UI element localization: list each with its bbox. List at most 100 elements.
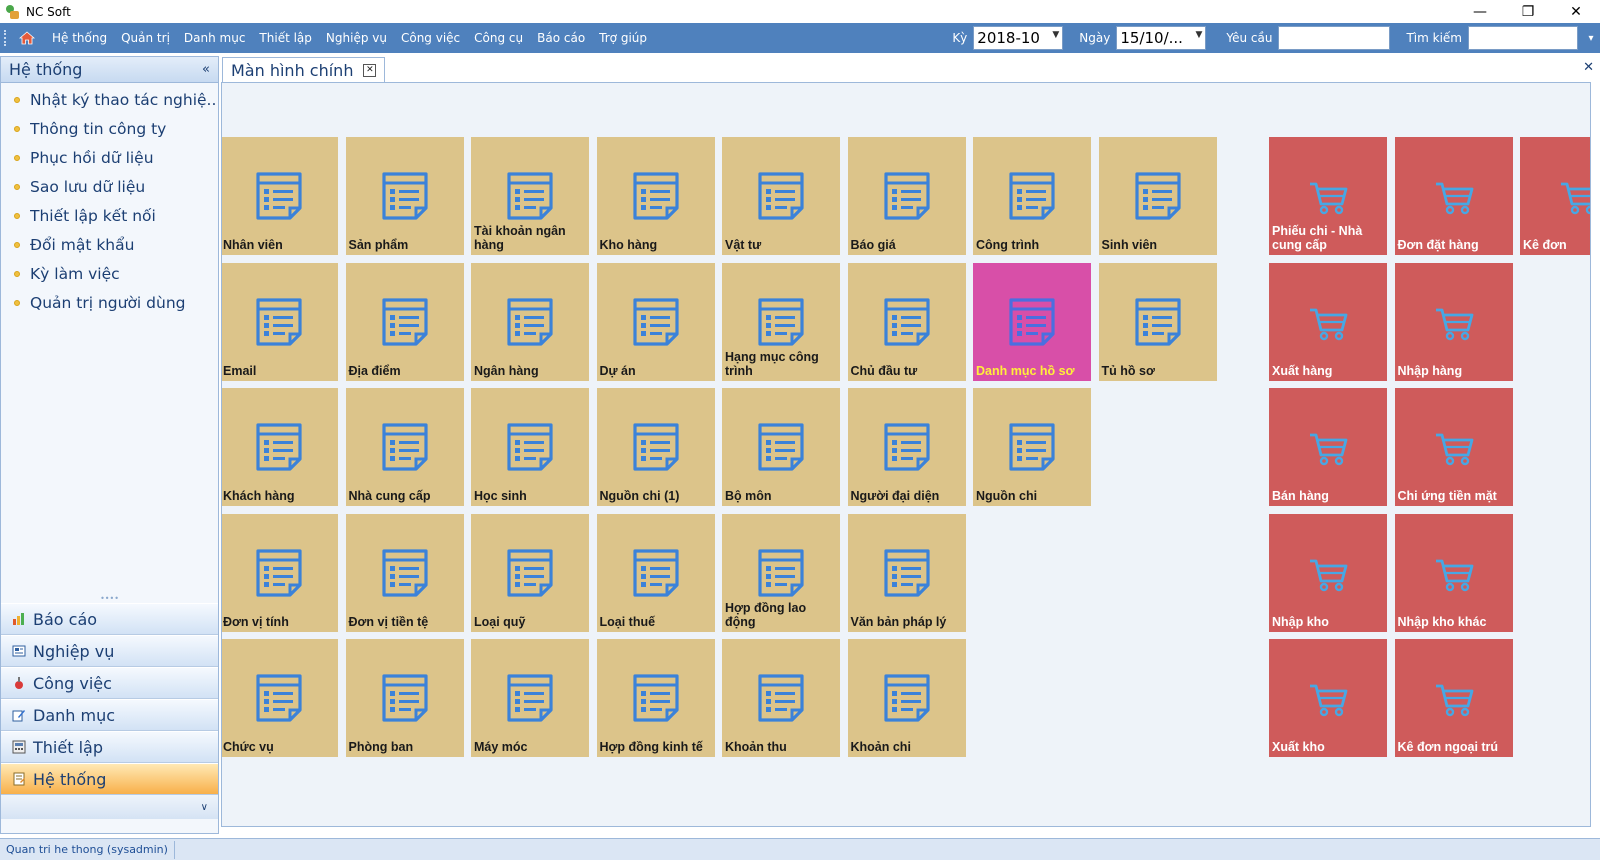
order-tile[interactable]: Kê đơn ngoại trú xyxy=(1394,639,1513,757)
document-list-icon xyxy=(256,297,302,346)
menu-thiet-lap[interactable]: Thiết lập xyxy=(259,31,311,45)
catalog-tile[interactable]: Sản phẩm xyxy=(345,137,464,255)
order-tile[interactable]: Đơn đặt hàng xyxy=(1394,137,1513,255)
nav-group[interactable]: Danh mục xyxy=(1,699,218,731)
chevron-down-icon[interactable]: ▼ xyxy=(1195,30,1202,40)
close-icon[interactable]: ✕ xyxy=(363,64,377,77)
catalog-tile[interactable]: Tài khoản ngân hàng xyxy=(471,137,589,255)
tab-man-hinh-chinh[interactable]: Màn hình chính ✕ xyxy=(222,57,386,83)
catalog-tile[interactable]: Đơn vị tiền tệ xyxy=(345,513,464,632)
catalog-tile[interactable]: Email xyxy=(222,262,338,381)
ky-select[interactable]: 2018-10 ▼ xyxy=(973,26,1064,50)
catalog-tile[interactable]: Nhà cung cấp xyxy=(345,388,464,506)
tile-label: Chức vụ xyxy=(223,740,274,754)
catalog-tile[interactable]: Hạng mục công trình xyxy=(722,262,840,381)
menu-bao-cao[interactable]: Báo cáo xyxy=(537,31,585,45)
catalog-tile[interactable]: Danh mục hồ sơ xyxy=(973,262,1091,381)
nav-group[interactable]: Nghiệp vụ xyxy=(1,635,218,667)
nav-groups-footer[interactable]: ∨ xyxy=(1,795,218,819)
catalog-tile[interactable]: Loại thuế xyxy=(596,513,715,632)
nav-item[interactable]: Nhật ký thao tác nghiệ... xyxy=(1,85,218,114)
yeu-cau-input[interactable] xyxy=(1278,26,1391,50)
catalog-tile[interactable]: Loại quỹ xyxy=(471,513,589,632)
nav-item[interactable]: Kỳ làm việc xyxy=(1,259,218,288)
nav-group-label: Nghiệp vụ xyxy=(33,641,115,661)
cart-icon xyxy=(1435,559,1473,591)
catalog-tile[interactable]: Báo giá xyxy=(847,137,966,255)
document-list-icon xyxy=(507,423,553,471)
nav-item[interactable]: Đổi mật khẩu xyxy=(1,230,218,259)
catalog-tile[interactable]: Phòng ban xyxy=(345,639,464,757)
order-tile[interactable]: Bán hàng xyxy=(1269,388,1387,506)
order-tile[interactable]: Phiếu chi - Nhà cung cấp xyxy=(1269,137,1387,255)
nav-group-label: Báo cáo xyxy=(33,609,98,629)
nav-item[interactable]: Thông tin công ty xyxy=(1,114,218,143)
menu-tro-giup[interactable]: Trợ giúp xyxy=(599,31,647,45)
menu-he-thong[interactable]: Hệ thống xyxy=(52,31,107,45)
chevron-down-icon[interactable]: ▼ xyxy=(1052,30,1059,40)
catalog-tile[interactable]: Vật tư xyxy=(722,137,840,255)
catalog-tile[interactable]: Khách hàng xyxy=(222,388,338,506)
home-icon[interactable] xyxy=(16,28,38,48)
nav-item-label: Thiết lập kết nối xyxy=(30,206,156,225)
overflow-chevron-icon[interactable]: ▾ xyxy=(1582,33,1600,44)
order-tile[interactable]: Nhập kho khác xyxy=(1394,513,1513,632)
catalog-tile[interactable]: Kho hàng xyxy=(596,137,715,255)
catalog-tile[interactable]: Văn bản pháp lý xyxy=(847,513,966,632)
order-tile[interactable]: Nhập kho xyxy=(1269,513,1387,632)
catalog-tile[interactable]: Người đại diện xyxy=(847,388,966,506)
tile-label: Phiếu chi - Nhà cung cấp xyxy=(1272,224,1363,252)
catalog-tile[interactable]: Chủ đầu tư xyxy=(847,262,966,381)
catalog-tile[interactable]: Khoản thu xyxy=(722,639,840,757)
catalog-tile[interactable]: Nhân viên xyxy=(222,137,338,255)
nav-group[interactable]: Thiết lập xyxy=(1,731,218,763)
catalog-tile[interactable]: Địa điểm xyxy=(345,262,464,381)
ngay-select[interactable]: 15/10/... ▼ xyxy=(1116,26,1207,50)
catalog-tile[interactable]: Ngân hàng xyxy=(471,262,589,381)
catalog-tile[interactable]: Chức vụ xyxy=(222,639,338,757)
catalog-tile[interactable]: Nguồn chi xyxy=(973,388,1091,506)
catalog-tile[interactable]: Bộ môn xyxy=(722,388,840,506)
menu-nghiep-vu[interactable]: Nghiệp vụ xyxy=(326,31,387,45)
nav-item[interactable]: Thiết lập kết nối xyxy=(1,201,218,230)
catalog-tile[interactable]: Sinh viên xyxy=(1098,137,1217,255)
catalog-tile[interactable]: Tủ hồ sơ xyxy=(1098,262,1217,381)
document-list-icon xyxy=(632,297,679,346)
catalog-tile[interactable]: Nguồn chi (1) xyxy=(596,388,715,506)
cart-icon xyxy=(1310,433,1348,466)
catalog-tile[interactable]: Máy móc xyxy=(471,639,589,757)
menu-danh-muc[interactable]: Danh mục xyxy=(184,31,246,45)
nav-group[interactable]: Hệ thống xyxy=(1,763,218,795)
nav-item[interactable]: Sao lưu dữ liệu xyxy=(1,172,218,201)
order-tile[interactable]: Kê đơn xyxy=(1520,137,1590,255)
catalog-tile[interactable]: Hợp đồng kinh tế xyxy=(596,639,715,757)
catalog-tile[interactable]: Công trình xyxy=(973,137,1091,255)
chevron-down-icon[interactable]: ∨ xyxy=(201,802,208,813)
menu-cong-cu[interactable]: Công cụ xyxy=(474,31,523,45)
order-tile[interactable]: Nhập hàng xyxy=(1394,262,1513,381)
close-all-icon[interactable]: ✕ xyxy=(1583,60,1594,75)
catalog-tile[interactable]: Đơn vị tính xyxy=(222,513,338,632)
menu-cong-viec[interactable]: Công việc xyxy=(401,31,460,45)
catalog-tile[interactable]: Khoản chi xyxy=(847,639,966,757)
tim-kiem-input[interactable] xyxy=(1468,26,1578,50)
nav-item[interactable]: Quản trị người dùng xyxy=(1,288,218,317)
nav-item-label: Sao lưu dữ liệu xyxy=(30,177,146,196)
collapse-icon[interactable]: « xyxy=(202,62,210,77)
toolbar-grip[interactable] xyxy=(4,30,8,46)
catalog-tile[interactable]: Học sinh xyxy=(471,388,589,506)
catalog-tile[interactable]: Dự án xyxy=(596,262,715,381)
menu-quan-tri[interactable]: Quản trị xyxy=(121,31,170,45)
nav-item[interactable]: Phục hồi dữ liệu xyxy=(1,143,218,172)
close-icon[interactable]: ✕ xyxy=(1552,0,1600,23)
nav-group[interactable]: Báo cáo xyxy=(1,603,218,635)
order-tile[interactable]: Chi ứng tiền mặt xyxy=(1394,388,1513,506)
order-tile[interactable]: Xuất hàng xyxy=(1269,262,1387,381)
document-list-icon xyxy=(507,674,553,722)
minimize-icon[interactable]: — xyxy=(1456,0,1504,23)
catalog-tile[interactable]: Hợp đồng lao động xyxy=(722,513,840,632)
order-tile[interactable]: Xuất kho xyxy=(1269,639,1387,757)
tile-label: Đơn đặt hàng xyxy=(1397,238,1479,252)
maximize-icon[interactable]: ❐ xyxy=(1504,0,1552,23)
nav-group[interactable]: Công việc xyxy=(1,667,218,699)
